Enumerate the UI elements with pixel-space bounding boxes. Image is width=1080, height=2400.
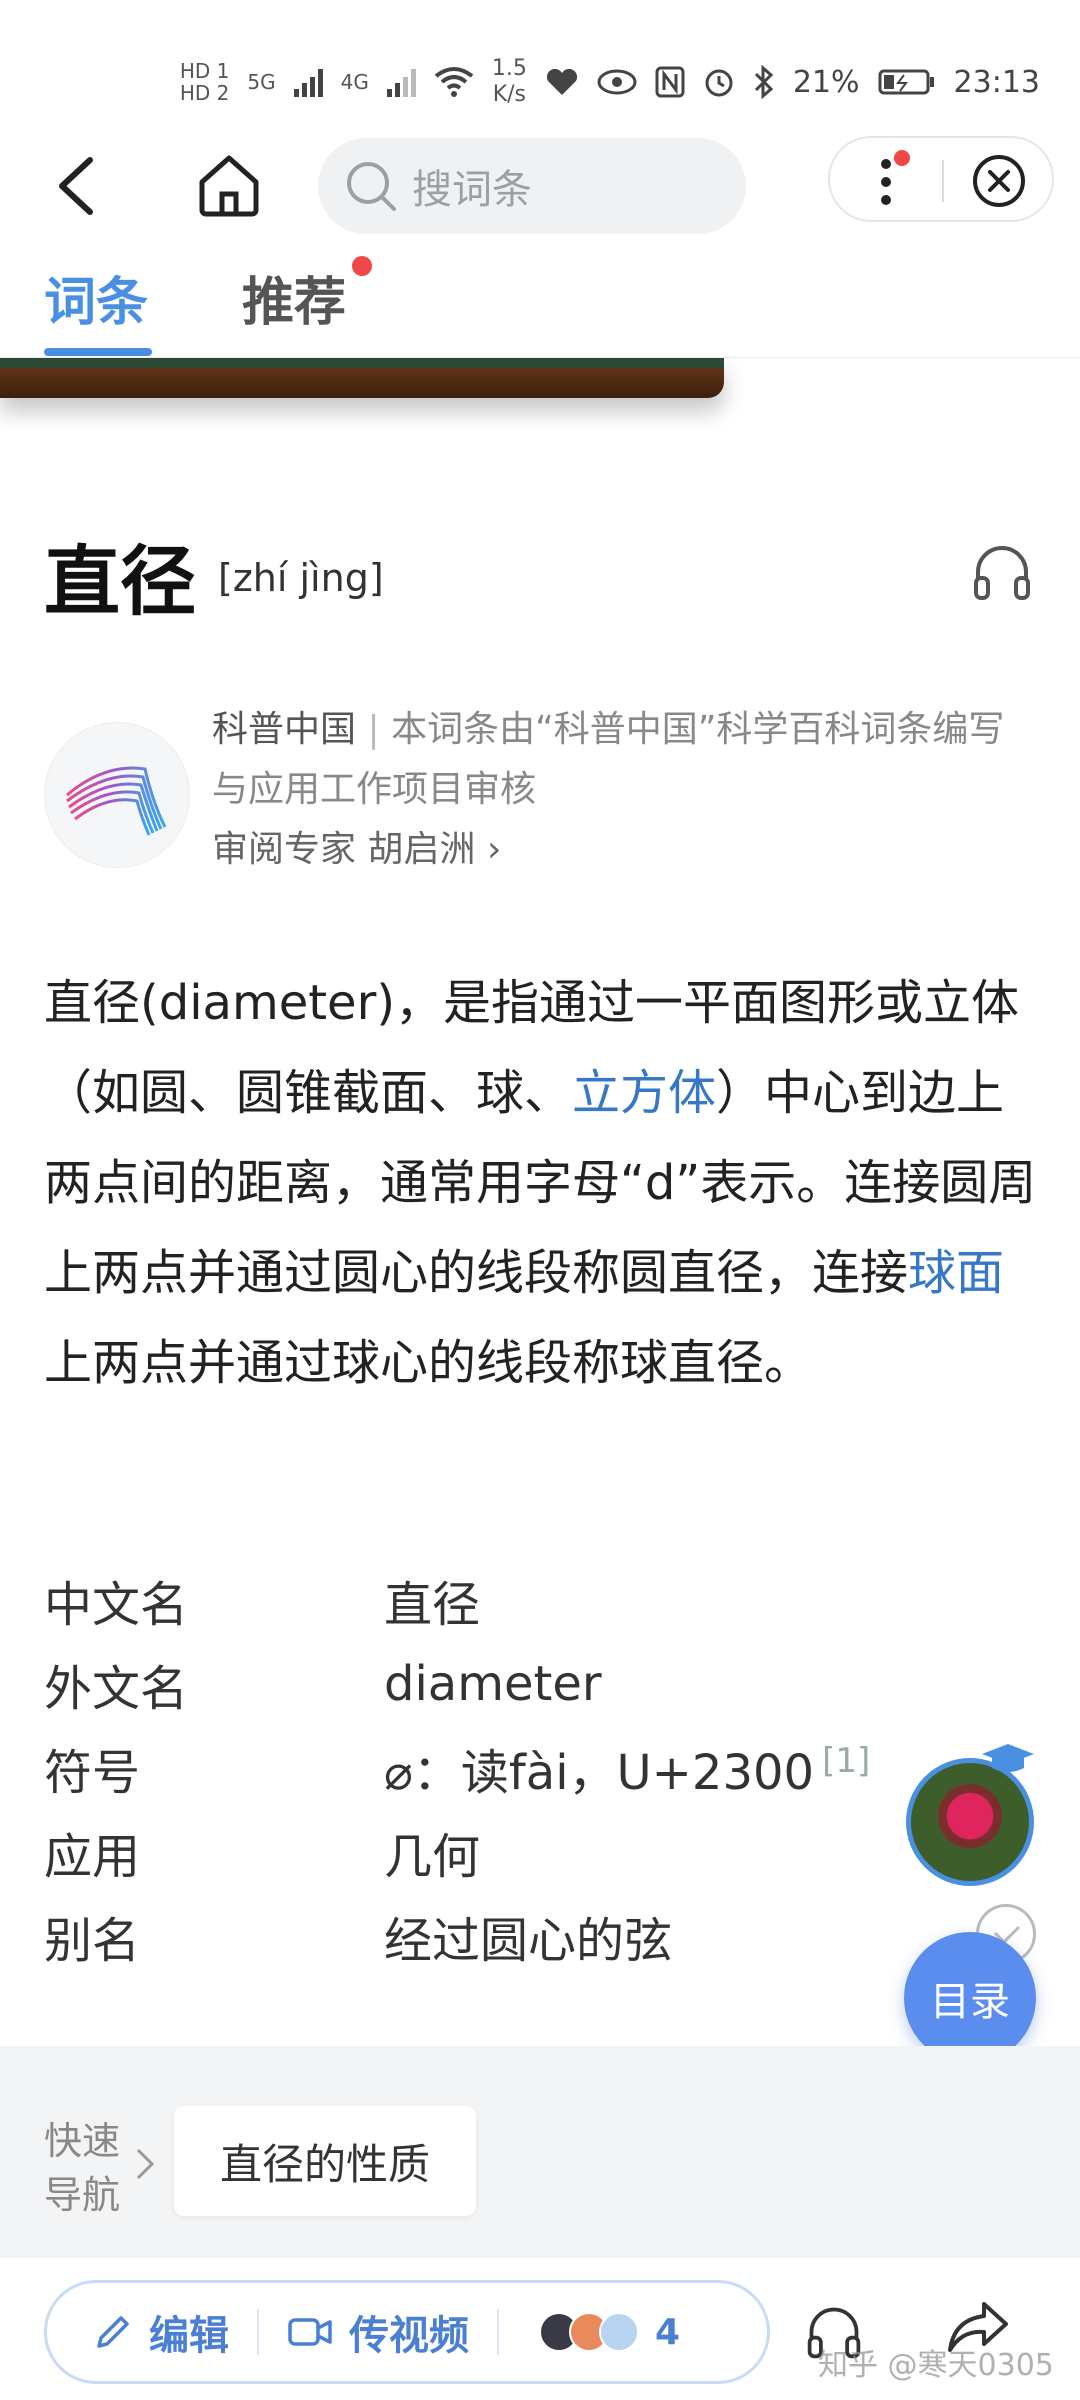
avatar: [599, 2312, 639, 2352]
chevron-left-icon: [59, 157, 93, 215]
info-row: 符号 ⌀：读fài，U+2300 [1]: [44, 1726, 944, 1810]
contributors-button[interactable]: 4: [539, 2312, 680, 2353]
quick-nav-label[interactable]: 快速 导航: [44, 2114, 120, 2222]
tab-bar: 词条 推荐: [0, 240, 1080, 358]
more-button[interactable]: [870, 150, 910, 208]
top-nav-bar: 搜词条: [0, 130, 1080, 240]
pencil-icon: [97, 2316, 129, 2348]
floating-avatar-button[interactable]: [906, 1758, 1034, 1886]
kepu-china-logo[interactable]: [44, 722, 190, 868]
tab-entry[interactable]: 词条: [44, 260, 148, 335]
info-row: 别名 经过圆心的弦: [44, 1894, 944, 1978]
close-button[interactable]: [970, 152, 1028, 210]
info-value: diameter: [384, 1656, 602, 1712]
mini-program-capsule: [828, 136, 1054, 222]
search-box[interactable]: 搜词条: [318, 138, 746, 234]
bluetooth-icon: [754, 65, 774, 99]
eye-icon: [597, 69, 637, 95]
pinyin: [zhí jìng]: [218, 556, 384, 600]
video-label: 传视频: [349, 2313, 469, 2359]
search-placeholder: 搜词条: [412, 167, 532, 213]
info-key: 外文名: [44, 1661, 189, 1717]
expert-label: 审阅专家: [212, 829, 357, 870]
info-key: 符号: [44, 1745, 141, 1801]
recommend-badge-dot: [352, 256, 372, 276]
info-key: 中文名: [44, 1577, 189, 1633]
signal-5g-icon: [293, 67, 323, 97]
watermark: 知乎 @寒天0305: [818, 2348, 1054, 2383]
review-expert[interactable]: 审阅专家 胡启洲 ›: [212, 820, 1032, 880]
toc-button[interactable]: 目录: [904, 1932, 1036, 2064]
battery-icon: [878, 69, 934, 95]
close-circle-icon: [973, 155, 1025, 207]
info-row: 外文名 diameter: [44, 1642, 944, 1726]
quick-nav-chip[interactable]: 直径的性质: [174, 2106, 477, 2216]
network-speed: 1.5 K/s: [491, 56, 527, 107]
pill-divider: [257, 2309, 259, 2355]
battery-percent: 21%: [792, 64, 860, 100]
link-cube[interactable]: 立方体: [572, 1065, 716, 1121]
kepu-logo-icon: [66, 766, 167, 836]
active-tab-indicator: [44, 348, 152, 356]
page-title: 直径: [44, 537, 196, 626]
summary-text-3: 上两点并通过球心的线段称球直径。: [44, 1335, 813, 1391]
signal-4g-label: 4G: [340, 70, 369, 94]
reference-link[interactable]: [1]: [822, 1741, 870, 1781]
wifi-icon: [434, 67, 474, 97]
graduation-cap-icon: [982, 1744, 1034, 1772]
entry-image[interactable]: [0, 358, 724, 398]
hd-indicator: HD 1 HD 2: [179, 59, 230, 105]
heart-icon: [546, 68, 577, 95]
quick-navigation: 快速 导航 直径的性质: [0, 2046, 1080, 2258]
expert-name: 胡启洲: [367, 829, 476, 870]
contributors-count: 4: [655, 2311, 681, 2353]
tab-recommend[interactable]: 推荐: [242, 260, 346, 335]
info-value: ⌀：读fài，U+2300 [1]: [384, 1733, 870, 1803]
home-icon: [199, 155, 259, 217]
video-camera-icon: [288, 2318, 332, 2346]
entry-summary: 直径(diameter)，是指通过一平面图形或立体（如圆、圆锥截面、球、立方体）…: [44, 958, 1040, 1408]
signal-5g-label: 5G: [247, 70, 276, 94]
capsule-divider: [942, 160, 944, 202]
review-separator: |: [367, 709, 380, 750]
signal-4g-icon: [386, 67, 416, 97]
link-sphere-surface[interactable]: 球面: [908, 1245, 1004, 1301]
chevron-right-icon: ›: [486, 829, 502, 870]
chevron-right-icon: [136, 2148, 155, 2180]
upload-video-button[interactable]: 传视频: [287, 2303, 469, 2361]
info-value: 直径: [384, 1577, 481, 1633]
notification-dot: [894, 150, 910, 166]
clock: 23:13: [953, 64, 1040, 100]
action-pill: 编辑 传视频 4: [44, 2280, 770, 2384]
bottom-action-bar: 编辑 传视频 4 知乎 @寒天0305: [0, 2258, 1080, 2400]
contributor-avatars: [539, 2312, 639, 2352]
info-row: 应用 几何: [44, 1810, 944, 1894]
nfc-icon: [655, 66, 685, 98]
review-org[interactable]: 科普中国: [212, 709, 356, 750]
pill-divider: [497, 2309, 499, 2355]
info-value: 经过圆心的弦: [384, 1913, 673, 1969]
status-bar: HD 1 HD 2 5G 4G 1.5 K/s 21% 23:13: [0, 0, 1080, 130]
authority-review: 科普中国 | 本词条由“科普中国”科学百科词条编写与应用工作项目审核 审阅专家 …: [212, 700, 1032, 880]
info-value-text: ⌀：读fài，U+2300: [384, 1745, 815, 1801]
edit-button[interactable]: 编辑: [93, 2303, 229, 2361]
info-key: 别名: [44, 1913, 141, 1969]
edit-label: 编辑: [149, 2313, 229, 2359]
search-icon: [347, 162, 396, 211]
headphones-icon: [974, 546, 1030, 600]
basic-info-table: 中文名 直径 外文名 diameter 符号 ⌀：读fài，U+2300 [1] …: [44, 1558, 944, 1978]
pronunciation-button[interactable]: [970, 540, 1034, 604]
info-value: 几何: [384, 1829, 481, 1885]
alarm-icon: [705, 69, 733, 97]
info-key: 应用: [44, 1829, 141, 1885]
back-button[interactable]: [48, 154, 108, 218]
info-row: 中文名 直径: [44, 1558, 944, 1642]
home-button[interactable]: [196, 152, 262, 218]
